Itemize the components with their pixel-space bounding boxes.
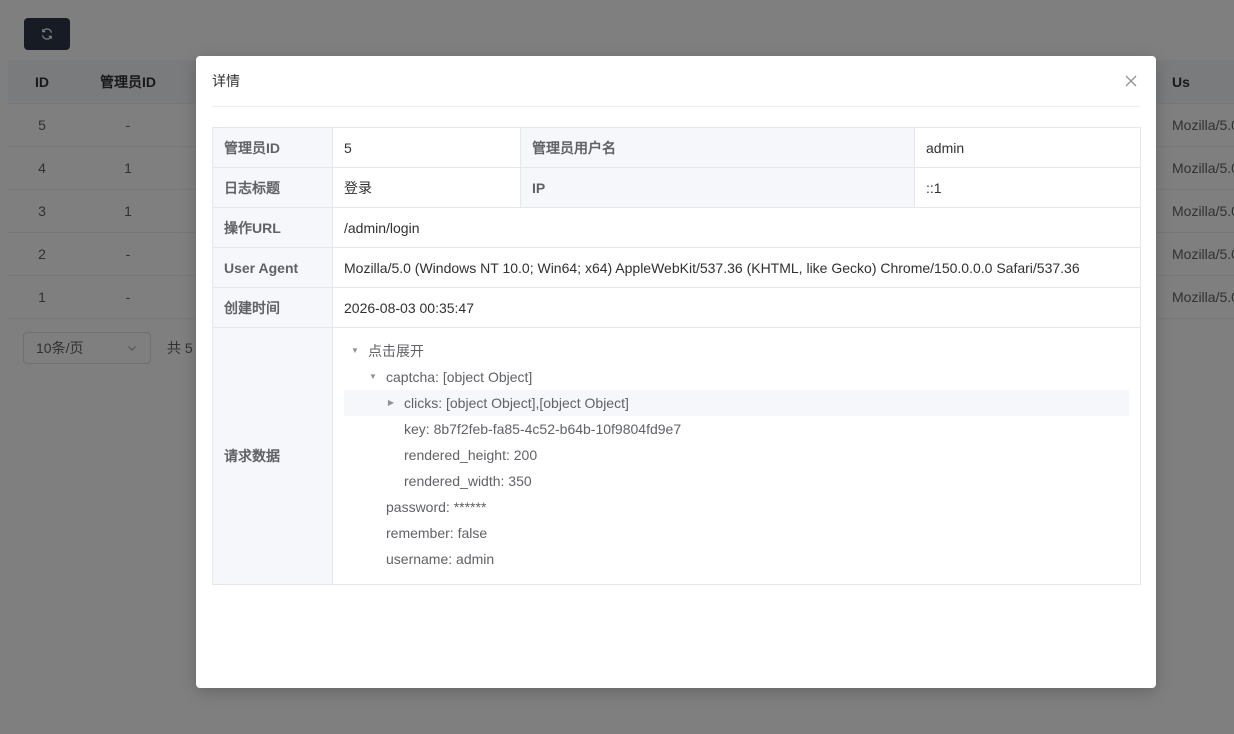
caret-down-icon: ▼ (369, 372, 377, 381)
label-user-agent: User Agent (212, 247, 333, 288)
tree-node-rendered-height[interactable]: rendered_height: 200 (344, 442, 1129, 468)
label-admin-username: 管理员用户名 (520, 127, 915, 168)
tree-node-label: key: 8b7f2feb-fa85-4c52-b64b-10f9804fd9e… (404, 421, 682, 437)
value-log-title: 登录 (332, 167, 521, 208)
tree-node-label: remember: false (386, 525, 488, 541)
tree-node-root[interactable]: ▼ 点击展开 (344, 338, 1129, 364)
tree-node-label: password: ****** (386, 499, 487, 515)
tree-node-username[interactable]: username: admin (344, 546, 1129, 572)
request-data-tree: ▼ 点击展开 ▼ captcha: [object Object] ▶ clic… (344, 328, 1129, 584)
tree-node-label: 点击展开 (368, 343, 424, 359)
label-admin-id: 管理员ID (212, 127, 333, 168)
tree-node-label: captcha: [object Object] (386, 369, 533, 385)
value-admin-username: admin (914, 127, 1141, 168)
label-url: 操作URL (212, 207, 333, 248)
dialog-title: 详情 (212, 73, 240, 89)
tree-node-label: rendered_width: 350 (404, 473, 532, 489)
tree-node-clicks[interactable]: ▶ clicks: [object Object],[object Object… (344, 390, 1129, 416)
tree-node-key[interactable]: key: 8b7f2feb-fa85-4c52-b64b-10f9804fd9e… (344, 416, 1129, 442)
label-created-time: 创建时间 (212, 287, 333, 328)
tree-node-label: rendered_height: 200 (404, 447, 538, 463)
row-title: 日志标题 登录 IP ::1 (212, 167, 1141, 208)
label-log-title: 日志标题 (212, 167, 333, 208)
value-created-time: 2026-08-03 00:35:47 (332, 287, 1141, 328)
tree-node-captcha[interactable]: ▼ captcha: [object Object] (344, 364, 1129, 390)
tree-node-remember[interactable]: remember: false (344, 520, 1129, 546)
tree-node-label: clicks: [object Object],[object Object] (404, 395, 629, 411)
close-icon[interactable] (1124, 74, 1138, 88)
detail-dialog: 详情 管理员ID 5 管理员用户名 admin 日志标题 登录 IP ::1 操… (196, 56, 1156, 688)
value-request-data: ▼ 点击展开 ▼ captcha: [object Object] ▶ clic… (332, 327, 1141, 585)
caret-right-icon: ▶ (387, 398, 395, 407)
tree-node-password[interactable]: password: ****** (344, 494, 1129, 520)
tree-node-rendered-width[interactable]: rendered_width: 350 (344, 468, 1129, 494)
row-request-data: 请求数据 ▼ 点击展开 ▼ captcha: [object Object] ▶… (212, 327, 1141, 585)
value-user-agent: Mozilla/5.0 (Windows NT 10.0; Win64; x64… (332, 247, 1141, 288)
row-user-agent: User Agent Mozilla/5.0 (Windows NT 10.0;… (212, 247, 1141, 288)
row-admin: 管理员ID 5 管理员用户名 admin (212, 127, 1141, 168)
detail-table: 管理员ID 5 管理员用户名 admin 日志标题 登录 IP ::1 操作UR… (212, 127, 1141, 585)
row-created: 创建时间 2026-08-03 00:35:47 (212, 287, 1141, 328)
tree-node-label: username: admin (386, 551, 495, 567)
value-admin-id: 5 (332, 127, 521, 168)
value-url: /admin/login (332, 207, 1141, 248)
dialog-header: 详情 (212, 56, 1140, 107)
label-request-data: 请求数据 (212, 327, 333, 585)
row-url: 操作URL /admin/login (212, 207, 1141, 248)
value-ip: ::1 (914, 167, 1141, 208)
caret-down-icon: ▼ (351, 346, 359, 355)
label-ip: IP (520, 167, 915, 208)
